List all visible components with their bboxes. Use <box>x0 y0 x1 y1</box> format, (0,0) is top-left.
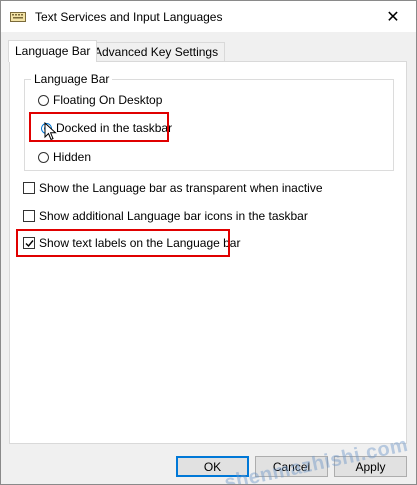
close-icon: ✕ <box>386 8 400 26</box>
radio-label: Hidden <box>53 150 92 164</box>
window-title: Text Services and Input Languages <box>35 10 223 24</box>
radio-docked-in-taskbar[interactable]: Docked in the taskbar <box>41 121 172 135</box>
checkbox-transparent-when-inactive[interactable]: Show the Language bar as transparent whe… <box>23 181 323 195</box>
checkbox[interactable] <box>23 237 35 249</box>
button-label: Apply <box>355 459 386 474</box>
tab-label: Advanced Key Settings <box>94 45 219 59</box>
tab-label: Language Bar <box>15 44 91 58</box>
radio-hidden[interactable]: Hidden <box>38 150 91 164</box>
checkbox-label: Show the Language bar as transparent whe… <box>39 181 323 195</box>
checkbox[interactable] <box>23 182 35 194</box>
checkbox[interactable] <box>23 210 35 222</box>
radio-button[interactable] <box>38 151 49 163</box>
button-label: Cancel <box>272 459 311 474</box>
checkbox-label: Show additional Language bar icons in th… <box>39 209 308 223</box>
checkbox-label: Show text labels on the Language bar <box>39 236 241 250</box>
group-legend: Language Bar <box>31 72 113 86</box>
checkmark-icon <box>25 240 34 248</box>
ok-button[interactable]: OK <box>176 456 249 477</box>
apply-button[interactable]: Apply <box>334 456 407 477</box>
button-label: OK <box>203 459 222 474</box>
tab-panel: Language Bar Floating On Desktop Docked … <box>9 61 407 444</box>
close-button[interactable]: ✕ <box>370 1 416 32</box>
radio-label: Docked in the taskbar <box>56 121 173 135</box>
checkbox-additional-icons[interactable]: Show additional Language bar icons in th… <box>23 209 308 223</box>
language-bar-groupbox: Language Bar Floating On Desktop Docked … <box>24 72 394 171</box>
checkbox-show-text-labels[interactable]: Show text labels on the Language bar <box>23 236 240 250</box>
tab-language-bar[interactable]: Language Bar <box>8 40 98 62</box>
title-bar: Text Services and Input Languages ✕ <box>1 1 416 32</box>
dialog-window: Text Services and Input Languages ✕ Lang… <box>0 0 417 485</box>
tab-advanced-key-settings[interactable]: Advanced Key Settings <box>87 42 226 61</box>
keyboard-app-icon <box>10 9 26 24</box>
mouse-pointer-icon <box>44 121 57 144</box>
radio-floating-on-desktop[interactable]: Floating On Desktop <box>38 93 162 107</box>
radio-button[interactable] <box>38 94 49 106</box>
cancel-button[interactable]: Cancel <box>255 456 328 477</box>
radio-label: Floating On Desktop <box>53 93 163 107</box>
